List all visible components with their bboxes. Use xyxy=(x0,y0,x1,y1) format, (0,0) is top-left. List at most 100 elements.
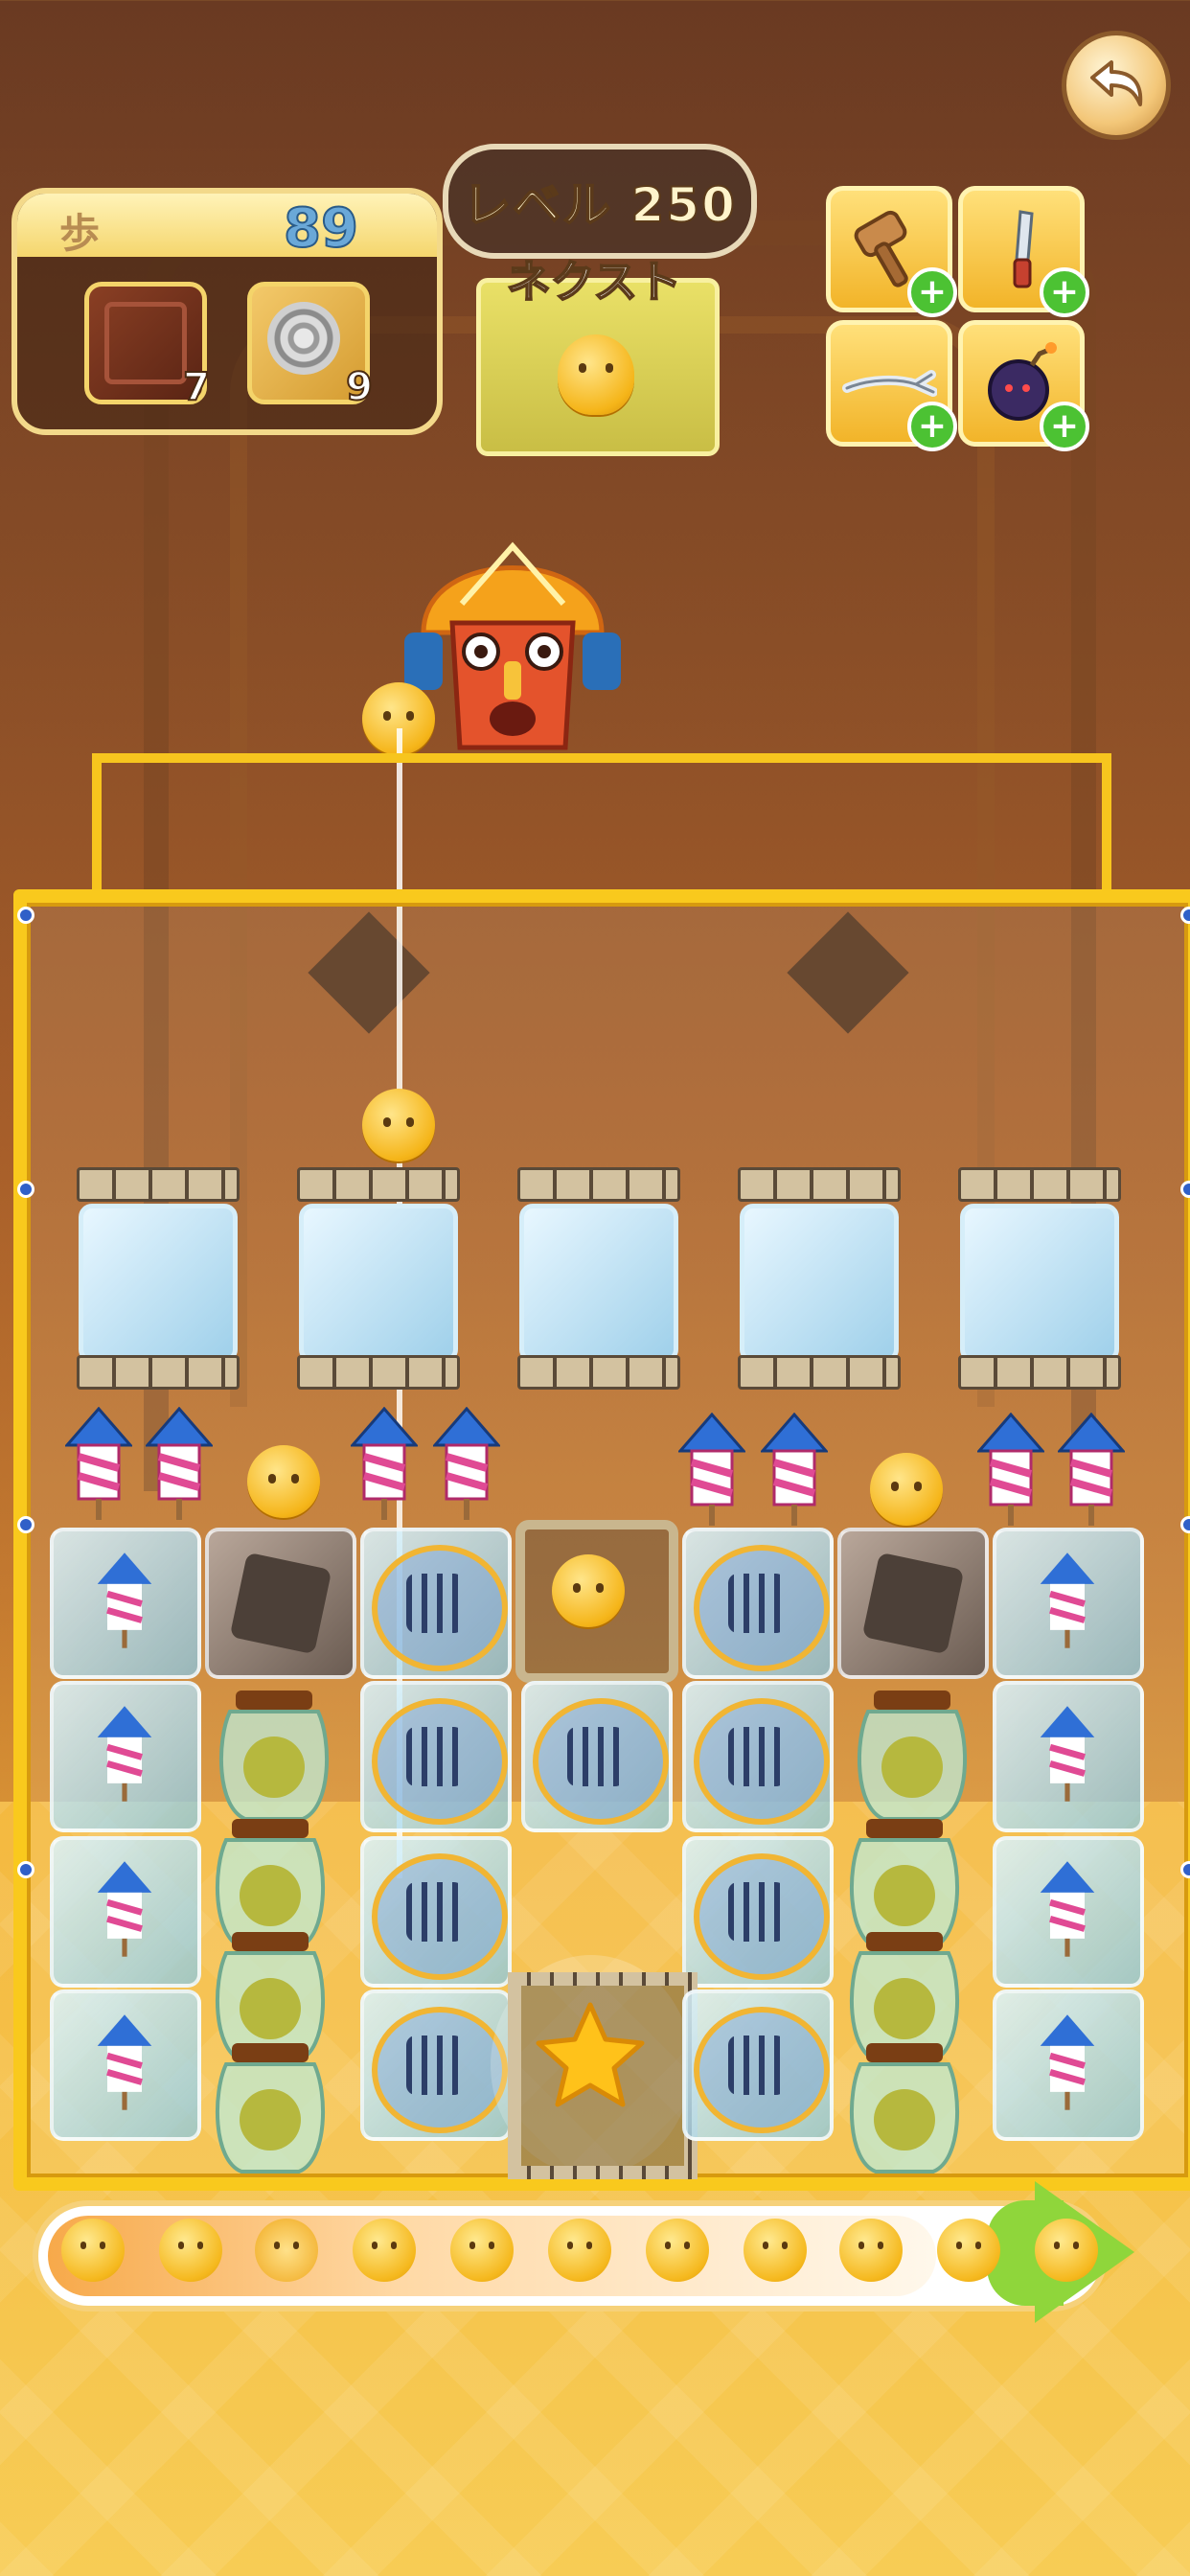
yellow-candy xyxy=(552,1554,625,1627)
ice-cell-fish-cage[interactable] xyxy=(360,1836,512,1988)
next-label: ネクスト xyxy=(506,255,683,309)
rocket-candy-icon[interactable] xyxy=(433,1407,500,1522)
yellow-candy[interactable] xyxy=(247,1445,320,1518)
ice-cell-rocket[interactable] xyxy=(993,1681,1144,1832)
fish-cage-icon xyxy=(372,1698,508,1825)
back-button[interactable] xyxy=(1062,31,1171,140)
add-bomb-icon: + xyxy=(1040,402,1089,451)
goal-count-chocolate: 7 xyxy=(182,364,211,410)
fish-cage-icon xyxy=(694,1853,830,1980)
moves-count: 89 xyxy=(283,196,359,261)
fish-cage-icon xyxy=(694,2007,830,2133)
ice-cell-fish-cage[interactable] xyxy=(682,1528,834,1679)
board-rivet xyxy=(1180,907,1190,924)
booster-bomb[interactable]: + xyxy=(958,320,1089,451)
ice-cell-fish-cage[interactable] xyxy=(682,1681,834,1832)
ice-block[interactable] xyxy=(299,1204,458,1363)
rock-cell[interactable] xyxy=(837,1528,989,1679)
rocket-candy-icon[interactable] xyxy=(761,1413,828,1528)
board-rivet xyxy=(17,1516,34,1533)
booster-hammer[interactable]: + xyxy=(826,186,957,317)
ice-block[interactable] xyxy=(79,1204,238,1363)
rocket-candy-icon xyxy=(97,1706,152,1802)
fish-cage-icon xyxy=(694,1545,830,1671)
rocket-candy-icon[interactable] xyxy=(351,1407,418,1522)
stone-border xyxy=(738,1167,901,1202)
add-knife-icon: + xyxy=(1040,267,1089,317)
progress-candy-face-4 xyxy=(353,2219,416,2282)
rocket-candy-icon xyxy=(1040,1861,1095,1957)
level-indicator: レベル 250 xyxy=(443,144,757,259)
star-icon xyxy=(536,2002,645,2107)
rocket-candy-icon xyxy=(1040,2014,1095,2110)
stone-border xyxy=(517,1167,680,1202)
ice-cell-rocket[interactable] xyxy=(993,1836,1144,1988)
ice-cell-rocket[interactable] xyxy=(50,1990,201,2141)
stone-border xyxy=(77,1355,240,1390)
rocket-candy-icon[interactable] xyxy=(146,1407,213,1522)
ice-cell-fish-cage[interactable] xyxy=(360,1528,512,1679)
progress-candy-face-11 xyxy=(1035,2219,1098,2282)
board-rivet xyxy=(1180,1181,1190,1198)
yellow-candy-icon xyxy=(558,334,634,415)
progress-candy-face-1 xyxy=(61,2219,125,2282)
jar-candy-icon[interactable] xyxy=(213,2036,328,2179)
moves-header: 歩 89 xyxy=(17,194,437,261)
stone-border xyxy=(297,1355,460,1390)
ice-cell-fish-cage[interactable] xyxy=(521,1681,673,1832)
moves-goals-panel: 歩 89 7 9 xyxy=(11,188,443,435)
ice-cell-fish-cage[interactable] xyxy=(682,1836,834,1988)
stone-framed-cell[interactable] xyxy=(515,1520,678,1683)
fish-cage-icon xyxy=(694,1698,830,1825)
undo-arrow-icon xyxy=(1090,60,1143,106)
rocket-candy-icon xyxy=(1040,1706,1095,1802)
fish-cage-icon xyxy=(372,1853,508,1980)
rocket-candy-icon xyxy=(97,2014,152,2110)
stone-border xyxy=(958,1355,1121,1390)
metal-disc-icon: 9 xyxy=(247,282,374,410)
jar-candy-icon[interactable] xyxy=(855,1683,970,1827)
goal-count-metal: 9 xyxy=(345,364,374,410)
add-grabber-icon: + xyxy=(907,402,957,451)
stone-border xyxy=(297,1167,460,1202)
yellow-candy[interactable] xyxy=(870,1453,943,1526)
ice-cell-rocket[interactable] xyxy=(50,1528,201,1679)
ice-cell-rocket[interactable] xyxy=(50,1836,201,1988)
level-text: レベル 250 xyxy=(462,176,737,234)
ice-block[interactable] xyxy=(519,1204,678,1363)
rock-cell[interactable] xyxy=(205,1528,356,1679)
progress-candy-face-6 xyxy=(548,2219,611,2282)
board-rivet xyxy=(17,907,34,924)
falling-yellow-candy xyxy=(362,1089,435,1162)
ice-cell-rocket[interactable] xyxy=(993,1528,1144,1679)
progress-candy-face-7 xyxy=(646,2219,709,2282)
chocolate-block-icon: 7 xyxy=(84,282,211,410)
booster-grabber[interactable]: + xyxy=(826,320,957,451)
tiki-mask-character xyxy=(404,541,621,750)
stone-border xyxy=(738,1355,901,1390)
jar-candy-icon[interactable] xyxy=(217,1683,332,1827)
rocket-candy-icon[interactable] xyxy=(678,1413,745,1528)
board-rivet xyxy=(1180,1861,1190,1878)
stone-framed-star-cell[interactable] xyxy=(508,1972,698,2179)
progress-candy-face-5 xyxy=(450,2219,514,2282)
ice-block[interactable] xyxy=(740,1204,899,1363)
ice-cell-fish-cage[interactable] xyxy=(360,1990,512,2141)
ice-block[interactable] xyxy=(960,1204,1119,1363)
fish-cage-icon xyxy=(372,2007,508,2133)
moves-label: 歩 xyxy=(59,210,101,257)
ice-cell-fish-cage[interactable] xyxy=(360,1681,512,1832)
booster-knife[interactable]: + xyxy=(958,186,1089,317)
fish-cage-icon xyxy=(533,1698,669,1825)
rocket-candy-icon xyxy=(97,1552,152,1648)
progress-candy-face-9 xyxy=(839,2219,903,2282)
ice-cell-fish-cage[interactable] xyxy=(682,1990,834,2141)
jar-candy-icon[interactable] xyxy=(847,2036,962,2179)
stone-border xyxy=(958,1167,1121,1202)
rocket-candy-icon[interactable] xyxy=(1058,1413,1125,1528)
ice-cell-rocket[interactable] xyxy=(993,1990,1144,2141)
ice-cell-rocket[interactable] xyxy=(50,1681,201,1832)
rocket-candy-icon[interactable] xyxy=(977,1413,1044,1528)
progress-candy-face-2 xyxy=(159,2219,222,2282)
rocket-candy-icon[interactable] xyxy=(65,1407,132,1522)
